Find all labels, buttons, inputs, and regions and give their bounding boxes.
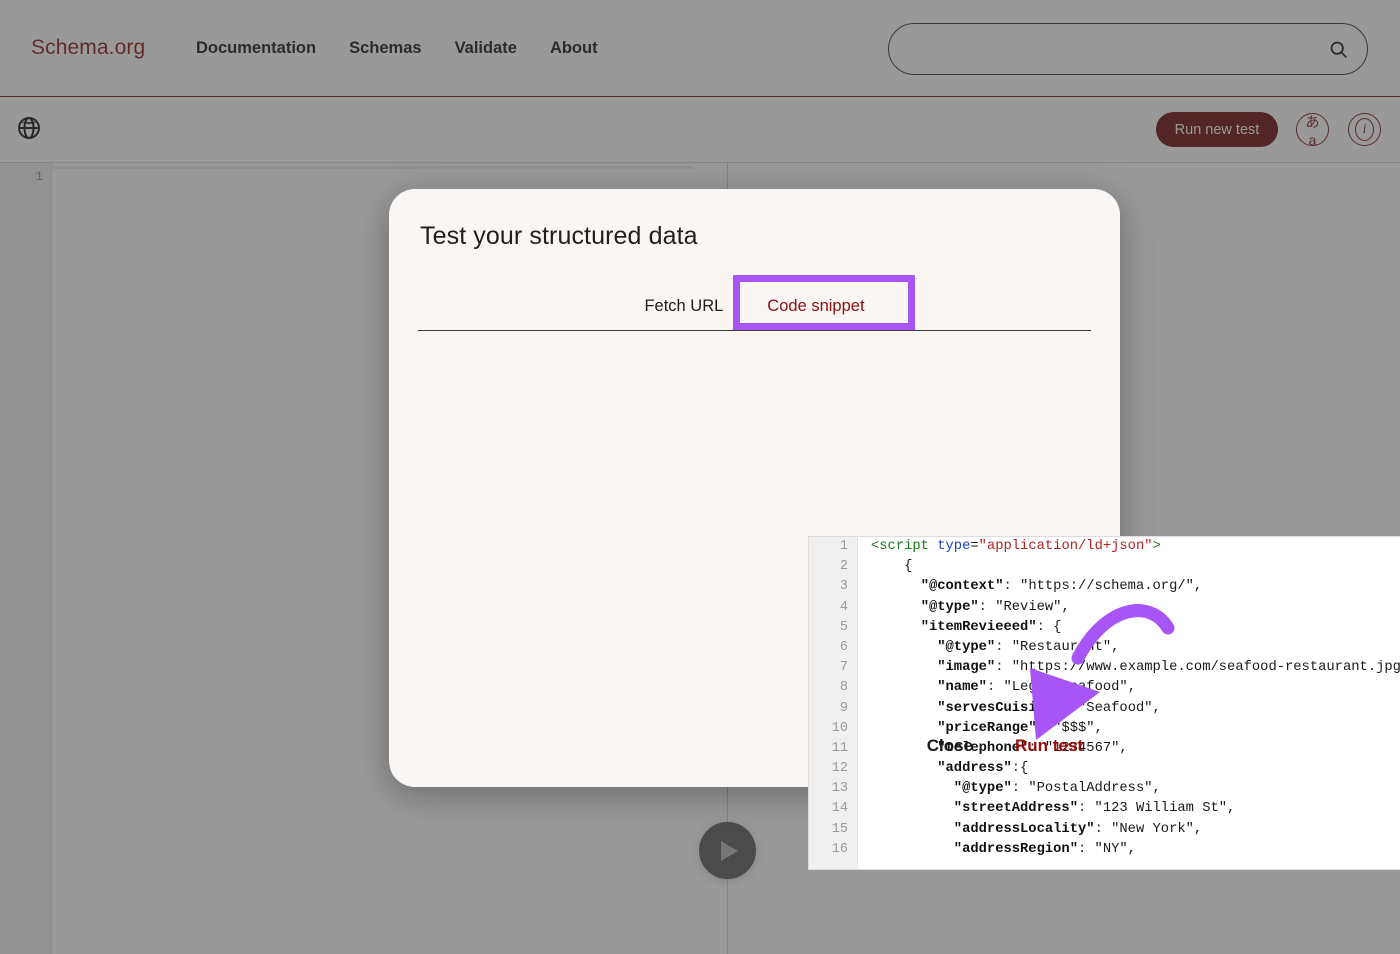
- editor-code-line[interactable]: "address":{: [871, 759, 1400, 779]
- test-structured-data-dialog: Test your structured data Fetch URL Code…: [389, 189, 1120, 787]
- close-button[interactable]: Close: [921, 735, 979, 757]
- editor-code-line[interactable]: "image": "https://www.example.com/seafoo…: [871, 658, 1400, 678]
- editor-line-number: 7: [809, 658, 857, 678]
- editor-gutter: 12345678910111213141516: [809, 537, 858, 870]
- editor-code-line[interactable]: "@type": "Review",: [871, 598, 1400, 618]
- editor-line-number: 3: [809, 577, 857, 597]
- editor-code-line[interactable]: "@type": "Restaurant",: [871, 638, 1400, 658]
- dialog-title: Test your structured data: [420, 222, 698, 251]
- editor-code-line[interactable]: "addressLocality": "New York",: [871, 820, 1400, 840]
- editor-line-number: 1: [809, 537, 857, 557]
- run-test-button[interactable]: Run test: [1009, 735, 1089, 757]
- editor-code-line[interactable]: <script type="application/ld+json">: [871, 537, 1400, 557]
- editor-line-number: 9: [809, 699, 857, 719]
- editor-line-number: 8: [809, 678, 857, 698]
- editor-code-line[interactable]: "name": "Legal Seafood",: [871, 678, 1400, 698]
- editor-line-number: 2: [809, 557, 857, 577]
- code-snippet-editor[interactable]: 12345678910111213141516 <script type="ap…: [808, 536, 1400, 870]
- editor-line-number: 13: [809, 779, 857, 799]
- editor-line-number: 12: [809, 759, 857, 779]
- editor-line-number: 6: [809, 638, 857, 658]
- editor-code-line[interactable]: {: [871, 557, 1400, 577]
- editor-line-number: 15: [809, 820, 857, 840]
- tab-code-snippet[interactable]: Code snippet: [745, 282, 886, 330]
- editor-line-number: 16: [809, 840, 857, 860]
- editor-line-number: 4: [809, 598, 857, 618]
- editor-code-line[interactable]: "servesCuisine": "Seafood",: [871, 699, 1400, 719]
- editor-code-line[interactable]: "@type": "PostalAddress",: [871, 779, 1400, 799]
- editor-line-number: 11: [809, 739, 857, 759]
- editor-code-line[interactable]: "addressRegion": "NY",: [871, 840, 1400, 860]
- editor-code-area[interactable]: <script type="application/ld+json"> { "@…: [858, 537, 1400, 870]
- dialog-tabs: Fetch URL Code snippet: [418, 281, 1091, 331]
- editor-code-line[interactable]: "streetAddress": "123 William St",: [871, 799, 1400, 819]
- editor-line-number: 10: [809, 719, 857, 739]
- editor-code-line[interactable]: "itemRevieeed": {: [871, 618, 1400, 638]
- editor-code-line[interactable]: "@context": "https://schema.org/",: [871, 577, 1400, 597]
- editor-line-number: 5: [809, 618, 857, 638]
- dialog-actions: Close Run test: [921, 735, 1089, 757]
- editor-line-number: 14: [809, 799, 857, 819]
- tab-fetch-url[interactable]: Fetch URL: [622, 282, 745, 330]
